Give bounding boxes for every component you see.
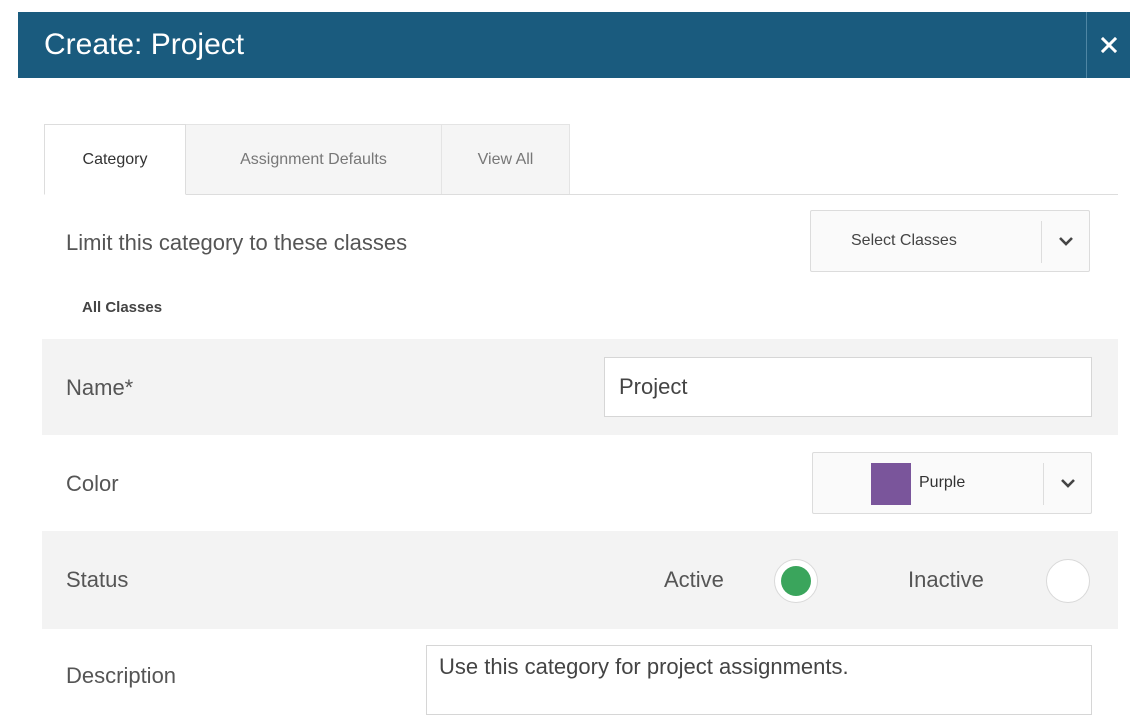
all-classes-text: All Classes: [82, 299, 163, 316]
status-inactive-radio[interactable]: [1046, 559, 1090, 603]
close-icon: [1100, 37, 1117, 53]
tab-assignment-defaults[interactable]: Assignment Defaults: [186, 124, 442, 194]
chevron-down-icon: [1045, 453, 1091, 513]
tab-category[interactable]: Category: [44, 124, 186, 195]
status-inactive-label: Inactive: [908, 567, 984, 592]
color-label: Color: [66, 471, 119, 496]
limit-classes-row: Limit this category to these classes Sel…: [42, 200, 1118, 292]
dialog-header: Create: Project: [18, 12, 1130, 78]
radio-selected-dot: [781, 566, 811, 596]
create-project-dialog: Create: Project Category Assignment Defa…: [18, 12, 1130, 715]
status-label: Status: [66, 567, 129, 592]
chevron-down-icon: [1043, 211, 1089, 271]
description-textarea[interactable]: Use this category for project assignment…: [426, 645, 1092, 715]
tab-bar: Category Assignment Defaults View All: [44, 124, 1118, 195]
status-active-radio[interactable]: [774, 559, 818, 603]
dropdown-divider: [1041, 221, 1042, 263]
dialog-title: Create: Project: [44, 28, 245, 61]
name-row: Name*: [42, 339, 1118, 435]
name-label: Name*: [66, 375, 134, 400]
description-label: Description: [66, 663, 177, 688]
color-row: Color Purple: [42, 435, 1118, 531]
tab-view-all[interactable]: View All: [442, 124, 570, 194]
color-value: Purple: [919, 474, 966, 491]
color-dropdown[interactable]: Purple: [812, 452, 1092, 514]
limit-classes-label: Limit this category to these classes: [66, 230, 408, 255]
description-row: Description Use this category for projec…: [42, 629, 1118, 715]
select-classes-label: Select Classes: [851, 232, 957, 249]
dropdown-divider: [1043, 463, 1044, 505]
select-classes-dropdown[interactable]: Select Classes: [810, 210, 1090, 272]
close-button[interactable]: [1086, 12, 1130, 78]
status-active-label: Active: [664, 567, 724, 592]
color-swatch: [871, 463, 911, 505]
status-row: Status Active Inactive: [42, 531, 1118, 629]
name-input[interactable]: [604, 357, 1092, 417]
